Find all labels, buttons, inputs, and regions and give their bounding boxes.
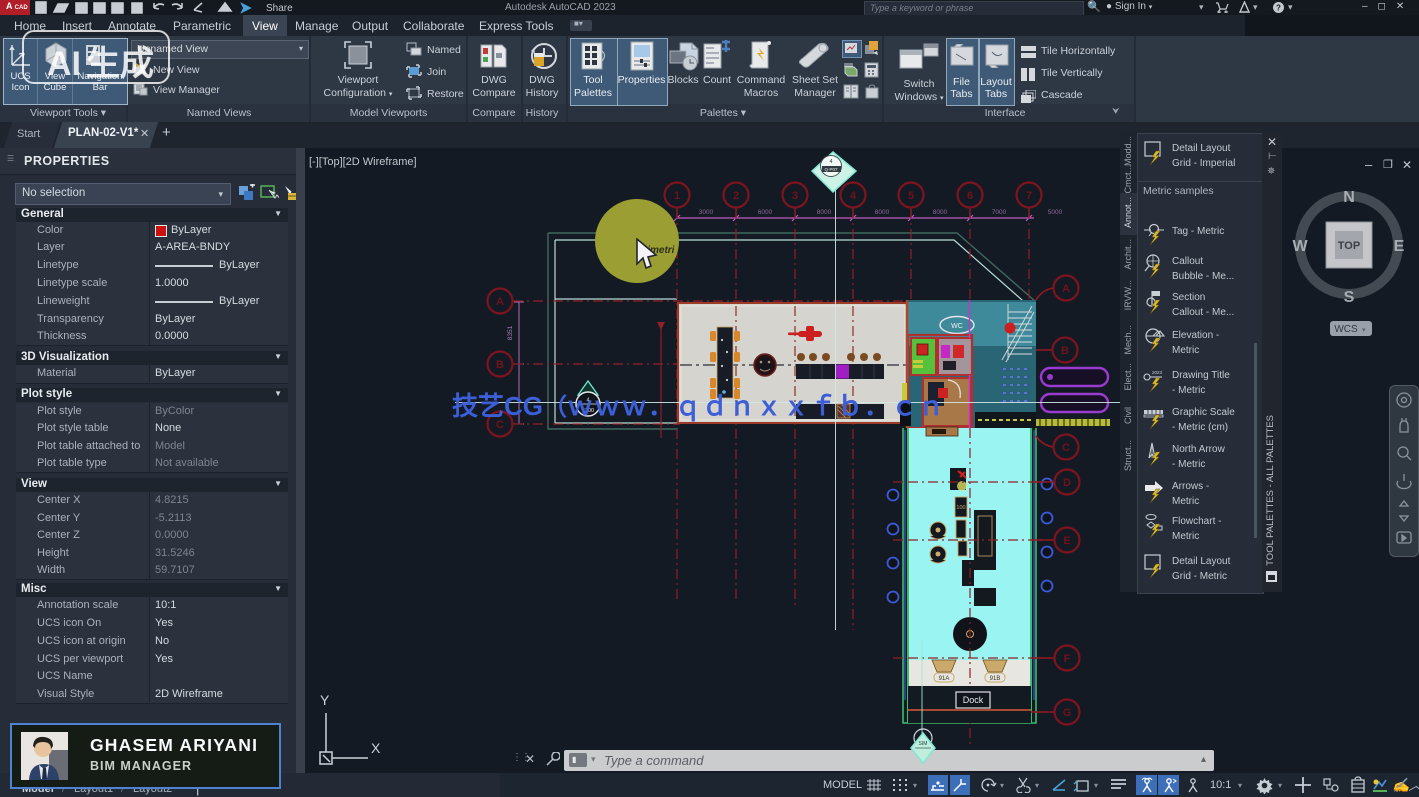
svg-text:N: N	[1343, 189, 1355, 206]
svg-text:8000: 8000	[817, 209, 832, 216]
svg-text:D: D	[1063, 477, 1071, 489]
svg-text:TOP: TOP	[1338, 240, 1360, 252]
svg-text:S: S	[1344, 289, 1355, 306]
svg-text:2: 2	[733, 190, 739, 202]
svg-text:C: C	[1062, 442, 1070, 454]
svg-text:A: A	[1062, 283, 1070, 295]
svg-text:A: A	[496, 296, 504, 308]
svg-text:W: W	[1292, 238, 1308, 255]
svg-text:91B: 91B	[990, 676, 1001, 682]
svg-text:WCS: WCS	[1334, 324, 1358, 335]
svg-text:B: B	[496, 359, 504, 371]
svg-text:7: 7	[1026, 190, 1032, 202]
svg-text:6000: 6000	[758, 209, 773, 216]
svg-text:7000: 7000	[992, 209, 1007, 216]
svg-text:Share: Share	[266, 3, 293, 14]
svg-text:E: E	[1394, 238, 1405, 255]
svg-text:B: B	[1061, 345, 1069, 357]
svg-text:SIM: SIM	[919, 741, 928, 747]
svg-text:▾: ▾	[1362, 327, 1366, 334]
svg-text:Y: Y	[320, 693, 330, 708]
svg-text:2023: 2023	[1152, 370, 1163, 375]
svg-text:Q-P07: Q-P07	[824, 167, 838, 172]
svg-text:G: G	[1063, 707, 1072, 719]
svg-text:5: 5	[908, 190, 914, 202]
svg-text:91A: 91A	[939, 676, 950, 682]
svg-text:8000: 8000	[933, 209, 948, 216]
svg-text:100: 100	[956, 505, 965, 511]
svg-text:WC: WC	[951, 323, 963, 330]
svg-text:1: 1	[674, 190, 680, 202]
svg-text:F: F	[1064, 653, 1071, 665]
svg-text:3000: 3000	[699, 209, 714, 216]
svg-text:6: 6	[967, 190, 973, 202]
svg-text:E: E	[1063, 535, 1070, 547]
svg-text:3: 3	[792, 190, 798, 202]
svg-text:4: 4	[829, 159, 832, 165]
svg-text:4: 4	[850, 190, 857, 202]
svg-text:8000: 8000	[875, 209, 890, 216]
svg-text:8351: 8351	[507, 325, 514, 340]
svg-text:Dock: Dock	[963, 695, 984, 705]
svg-text:5000: 5000	[1048, 209, 1063, 216]
svg-text:?: ?	[1276, 4, 1281, 13]
